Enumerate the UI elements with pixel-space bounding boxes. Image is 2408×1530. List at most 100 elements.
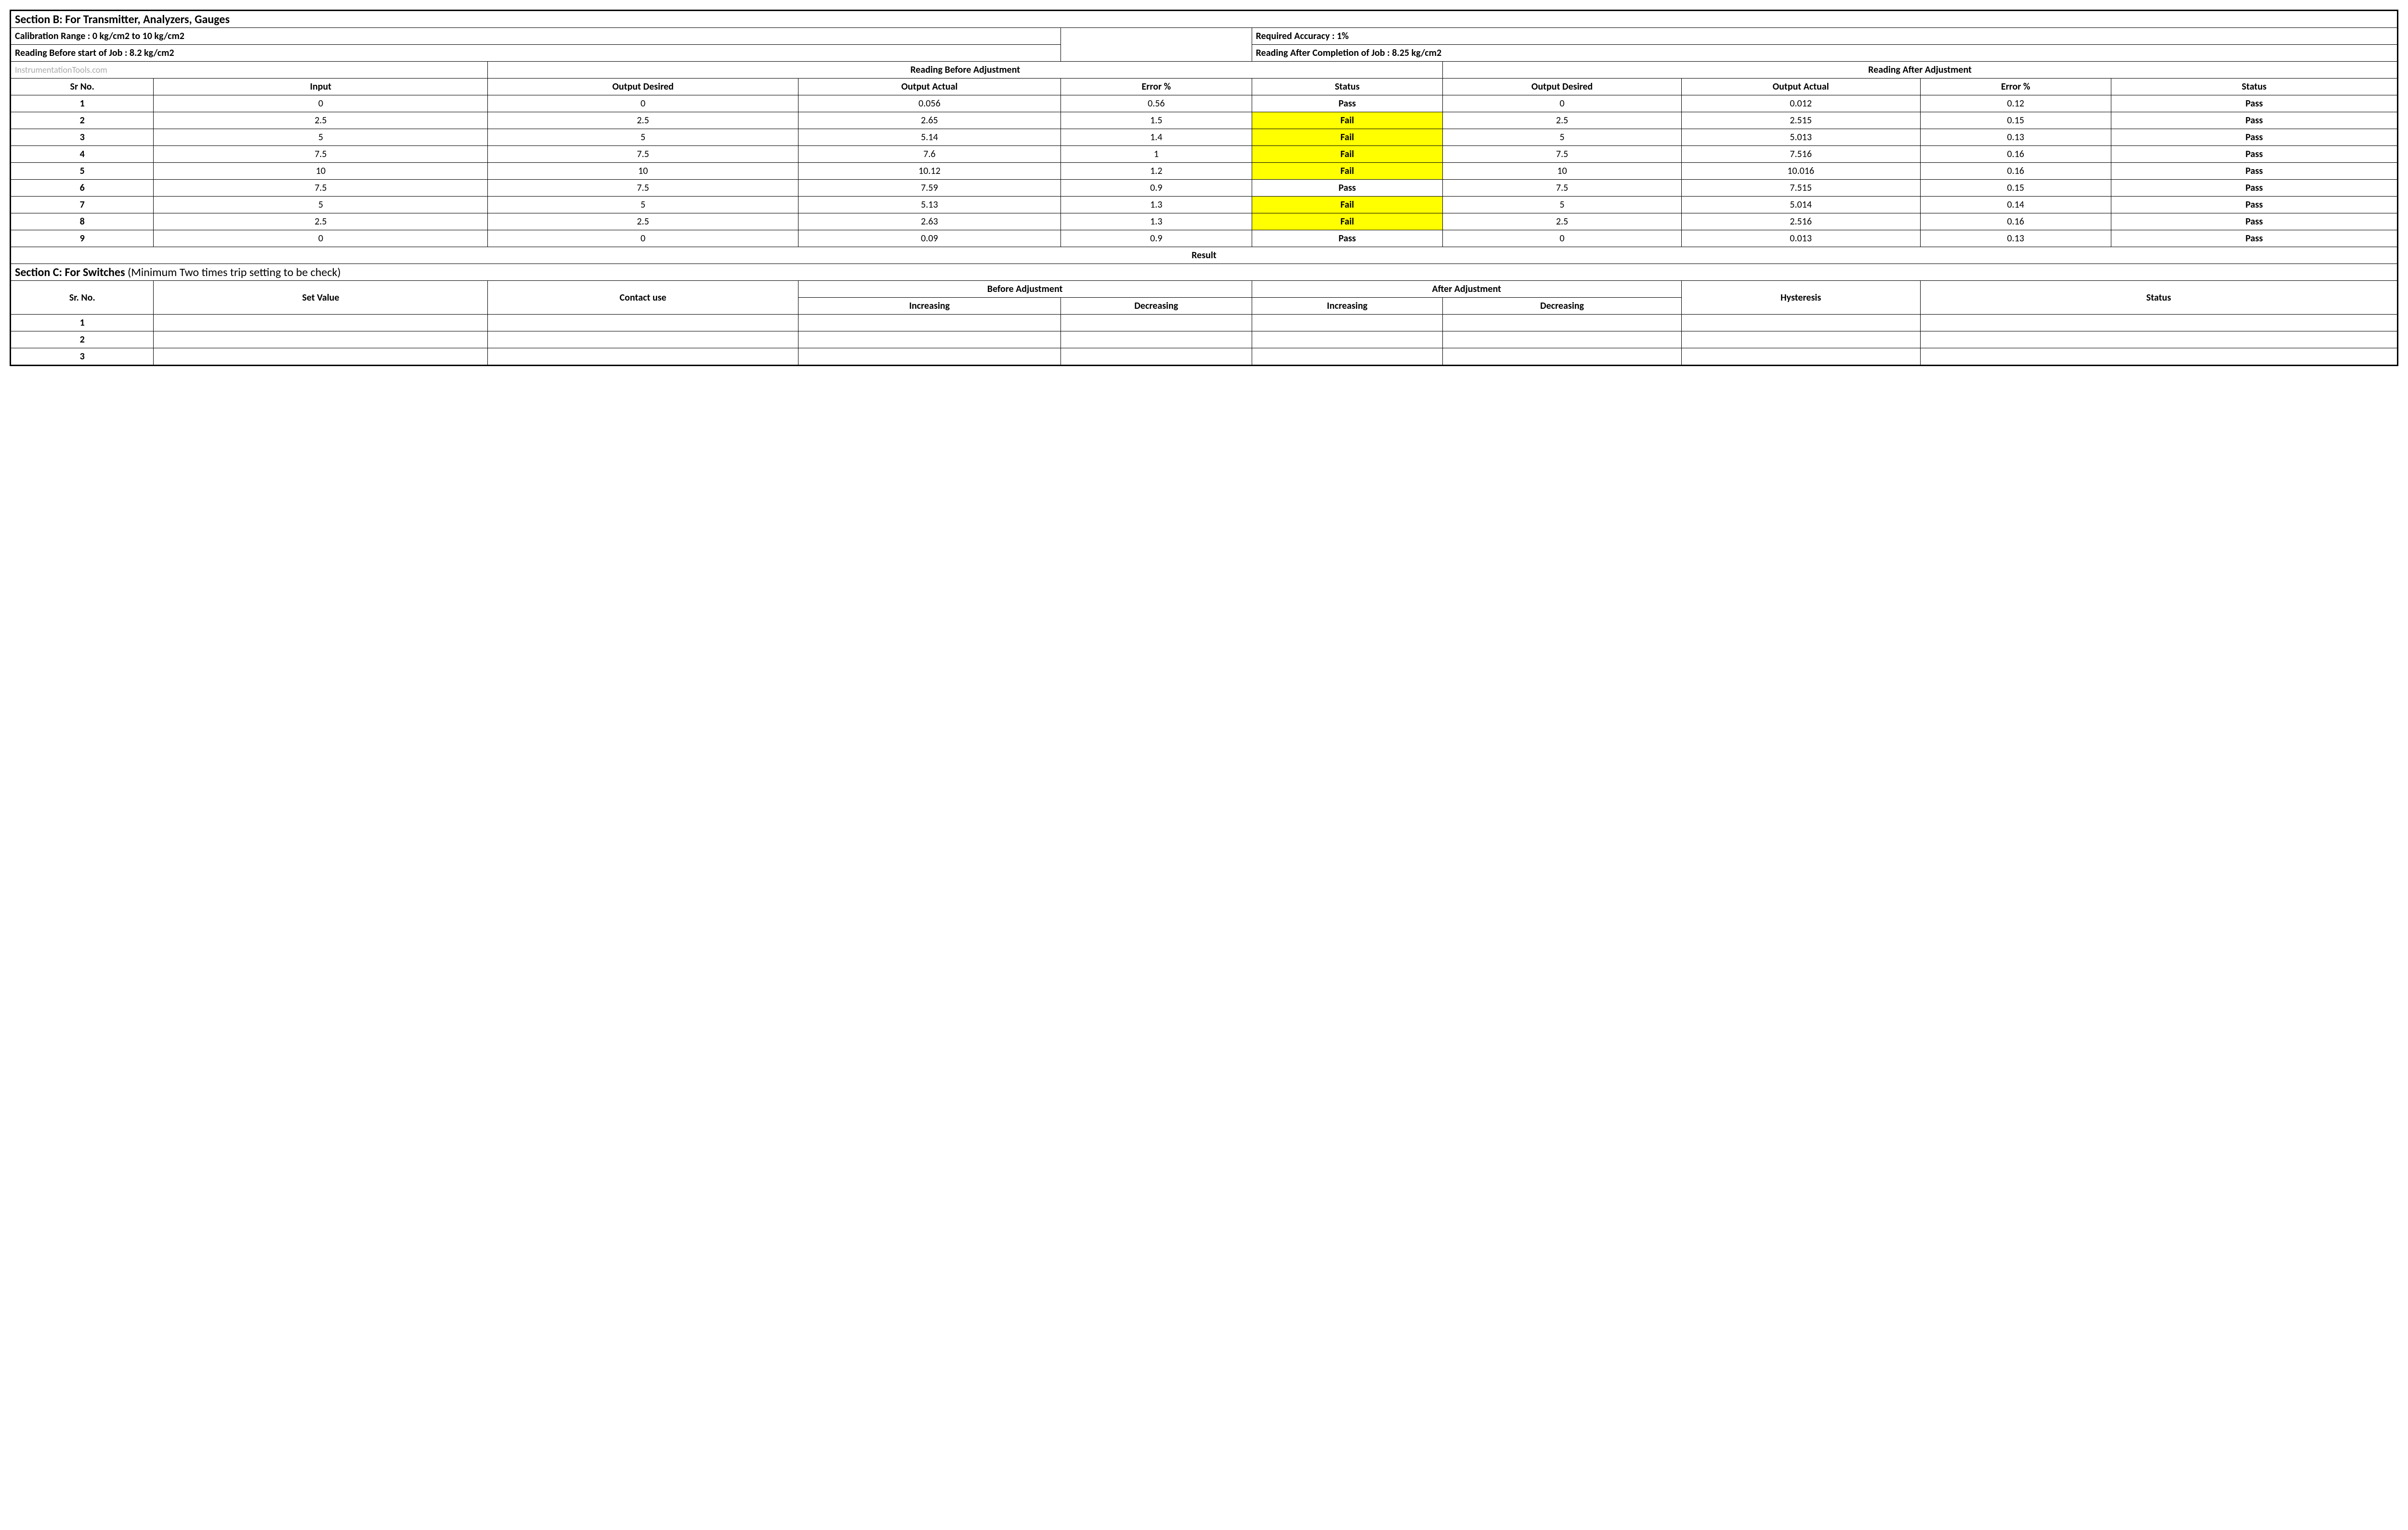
- cell-input: 0: [154, 95, 488, 112]
- col-status-before: Status: [1252, 79, 1443, 95]
- col-error-before: Error %: [1061, 79, 1252, 95]
- cell-status-before: Fail: [1252, 129, 1443, 146]
- cell-out-desired-after: 0: [1443, 95, 1682, 112]
- cell-out-desired-before: 5: [488, 129, 798, 146]
- c-cell-status: [1920, 331, 2397, 348]
- cell-error-after: 0.12: [1920, 95, 2111, 112]
- section-c-title-bold: Section C: For Switches: [15, 265, 125, 279]
- cell-status-after: Pass: [2111, 213, 2398, 230]
- table-row: 1000.0560.56Pass00.0120.12Pass: [11, 95, 2398, 112]
- cell-error-before: 1.3: [1061, 213, 1252, 230]
- c-cell-hysteresis: [1681, 331, 1920, 348]
- cell-sr: 3: [11, 129, 154, 146]
- cell-status-after: Pass: [2111, 95, 2398, 112]
- cell-error-after: 0.15: [1920, 112, 2111, 129]
- cell-out-actual-after: 2.516: [1681, 213, 1920, 230]
- cell-out-desired-after: 5: [1443, 129, 1682, 146]
- c-cell-before-inc: [798, 348, 1060, 366]
- cell-sr: 8: [11, 213, 154, 230]
- section-c-title: Section C: For Switches (Minimum Two tim…: [11, 264, 2398, 281]
- cell-error-before: 1: [1061, 146, 1252, 163]
- cell-out-actual-before: 0.056: [798, 95, 1060, 112]
- table-row: 47.57.57.61Fail7.57.5160.16Pass: [11, 146, 2398, 163]
- cell-out-actual-after: 5.014: [1681, 197, 1920, 213]
- c-cell-before-dec: [1061, 315, 1252, 331]
- result-row: Result: [11, 247, 2398, 264]
- c-cell-sr: 3: [11, 348, 154, 366]
- cell-out-actual-before: 2.65: [798, 112, 1060, 129]
- c-col-set-value: Set Value: [154, 281, 488, 315]
- cell-status-after: Pass: [2111, 230, 2398, 247]
- table-row: 5101010.121.2Fail1010.0160.16Pass: [11, 163, 2398, 180]
- c-cell-set-value: [154, 315, 488, 331]
- c-col-after-dec: Decreasing: [1443, 298, 1682, 315]
- table-row: 3555.141.4Fail55.0130.13Pass: [11, 129, 2398, 146]
- cell-input: 0: [154, 230, 488, 247]
- cell-status-before: Pass: [1252, 95, 1443, 112]
- cell-error-after: 0.13: [1920, 129, 2111, 146]
- c-cell-set-value: [154, 348, 488, 366]
- col-out-actual-before: Output Actual: [798, 79, 1060, 95]
- empty-merge-cell: [1061, 28, 1252, 62]
- c-col-before-dec: Decreasing: [1061, 298, 1252, 315]
- cell-error-before: 1.5: [1061, 112, 1252, 129]
- group-before-adjustment: Reading Before Adjustment: [488, 62, 1443, 79]
- cell-out-actual-before: 7.59: [798, 180, 1060, 197]
- cell-status-after: Pass: [2111, 197, 2398, 213]
- table-row: 67.57.57.590.9Pass7.57.5150.15Pass: [11, 180, 2398, 197]
- group-after-adjustment: Reading After Adjustment: [1443, 62, 2398, 79]
- cell-out-actual-after: 7.515: [1681, 180, 1920, 197]
- table-row: 1: [11, 315, 2398, 331]
- cell-status-after: Pass: [2111, 180, 2398, 197]
- c-cell-after-dec: [1443, 315, 1682, 331]
- table-row: 7555.131.3Fail55.0140.14Pass: [11, 197, 2398, 213]
- cell-out-desired-after: 2.5: [1443, 112, 1682, 129]
- cell-sr: 4: [11, 146, 154, 163]
- c-cell-contact-use: [488, 331, 798, 348]
- c-cell-after-dec: [1443, 348, 1682, 366]
- cell-status-before: Pass: [1252, 180, 1443, 197]
- cell-out-desired-before: 2.5: [488, 112, 798, 129]
- table-row: 9000.090.9Pass00.0130.13Pass: [11, 230, 2398, 247]
- cell-error-after: 0.16: [1920, 146, 2111, 163]
- c-cell-sr: 2: [11, 331, 154, 348]
- c-col-hysteresis: Hysteresis: [1681, 281, 1920, 315]
- c-cell-before-dec: [1061, 348, 1252, 366]
- c-cell-hysteresis: [1681, 315, 1920, 331]
- cell-sr: 2: [11, 112, 154, 129]
- col-error-after: Error %: [1920, 79, 2111, 95]
- cell-out-actual-after: 5.013: [1681, 129, 1920, 146]
- c-cell-after-inc: [1252, 348, 1443, 366]
- cell-input: 5: [154, 197, 488, 213]
- cell-sr: 9: [11, 230, 154, 247]
- cell-status-before: Fail: [1252, 146, 1443, 163]
- cell-status-before: Fail: [1252, 112, 1443, 129]
- cell-sr: 5: [11, 163, 154, 180]
- reading-before-job: Reading Before start of Job : 8.2 kg/cm2: [11, 45, 1061, 62]
- c-cell-before-inc: [798, 331, 1060, 348]
- cell-sr: 1: [11, 95, 154, 112]
- c-col-sr: Sr. No.: [11, 281, 154, 315]
- cell-out-actual-after: 2.515: [1681, 112, 1920, 129]
- c-col-before-adj: Before Adjustment: [798, 281, 1252, 298]
- cell-status-after: Pass: [2111, 163, 2398, 180]
- cell-out-desired-before: 7.5: [488, 146, 798, 163]
- cell-status-after: Pass: [2111, 129, 2398, 146]
- c-cell-sr: 1: [11, 315, 154, 331]
- col-input: Input: [154, 79, 488, 95]
- cell-error-after: 0.16: [1920, 213, 2111, 230]
- section-b-title: Section B: For Transmitter, Analyzers, G…: [11, 11, 2398, 28]
- cell-error-before: 1.2: [1061, 163, 1252, 180]
- reading-after-job: Reading After Completion of Job : 8.25 k…: [1252, 45, 2397, 62]
- cell-out-actual-before: 7.6: [798, 146, 1060, 163]
- cell-input: 2.5: [154, 112, 488, 129]
- cell-error-before: 0.56: [1061, 95, 1252, 112]
- c-col-after-adj: After Adjustment: [1252, 281, 1681, 298]
- c-cell-status: [1920, 348, 2397, 366]
- col-out-desired-after: Output Desired: [1443, 79, 1682, 95]
- cell-error-after: 0.13: [1920, 230, 2111, 247]
- cell-out-desired-after: 5: [1443, 197, 1682, 213]
- col-out-desired-before: Output Desired: [488, 79, 798, 95]
- section-c-title-rest: (Minimum Two times trip setting to be ch…: [125, 265, 341, 279]
- cell-out-desired-after: 7.5: [1443, 180, 1682, 197]
